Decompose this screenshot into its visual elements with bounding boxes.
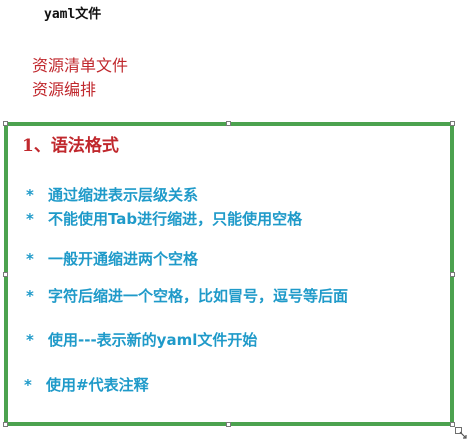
resize-handle-top-middle[interactable] [226, 121, 231, 126]
resize-grip-icon[interactable] [455, 427, 467, 439]
bullet-star: * [24, 376, 32, 394]
bullet-star: * [26, 287, 34, 305]
bullet-item: * 使用#代表注释 [24, 374, 149, 396]
page-title: yaml文件 [44, 7, 102, 22]
bullet-text: 使用---表示新的yaml文件开始 [48, 331, 258, 349]
resize-handle-bottom-middle[interactable] [226, 422, 231, 427]
bullet-item: * 使用---表示新的yaml文件开始 [26, 329, 257, 351]
resize-handle-middle-left[interactable] [3, 272, 8, 277]
resize-handle-bottom-left[interactable] [3, 422, 8, 427]
bullet-text: 使用#代表注释 [46, 376, 149, 394]
section-title: 1、语法格式 [22, 136, 119, 156]
bullet-item: * 字符后缩进一个空格，比如冒号，逗号等后面 [26, 285, 348, 307]
bullet-item: * 一般开通缩进两个空格 [26, 248, 198, 270]
bullet-text: 不能使用Tab进行缩进，只能使用空格 [48, 210, 303, 228]
resize-handle-top-left[interactable] [3, 121, 8, 126]
bullet-text: 通过缩进表示层级关系 [48, 186, 199, 204]
bullet-text: 字符后缩进一个空格，比如冒号，逗号等后面 [48, 287, 349, 305]
note-line-resource-manifest: 资源清单文件 [32, 56, 129, 75]
resize-handle-middle-right[interactable] [450, 272, 455, 277]
bullet-star: * [26, 331, 34, 349]
bullet-star: * [26, 186, 34, 204]
bullet-star: * [26, 210, 34, 228]
note-line-resource-orchestration: 资源编排 [32, 80, 97, 99]
bullet-star: * [26, 250, 34, 268]
bullet-text: 一般开通缩进两个空格 [48, 250, 199, 268]
bullet-item: * 通过缩进表示层级关系 [26, 184, 198, 206]
bullet-item: * 不能使用Tab进行缩进，只能使用空格 [26, 208, 302, 230]
resize-handle-top-right[interactable] [450, 121, 455, 126]
